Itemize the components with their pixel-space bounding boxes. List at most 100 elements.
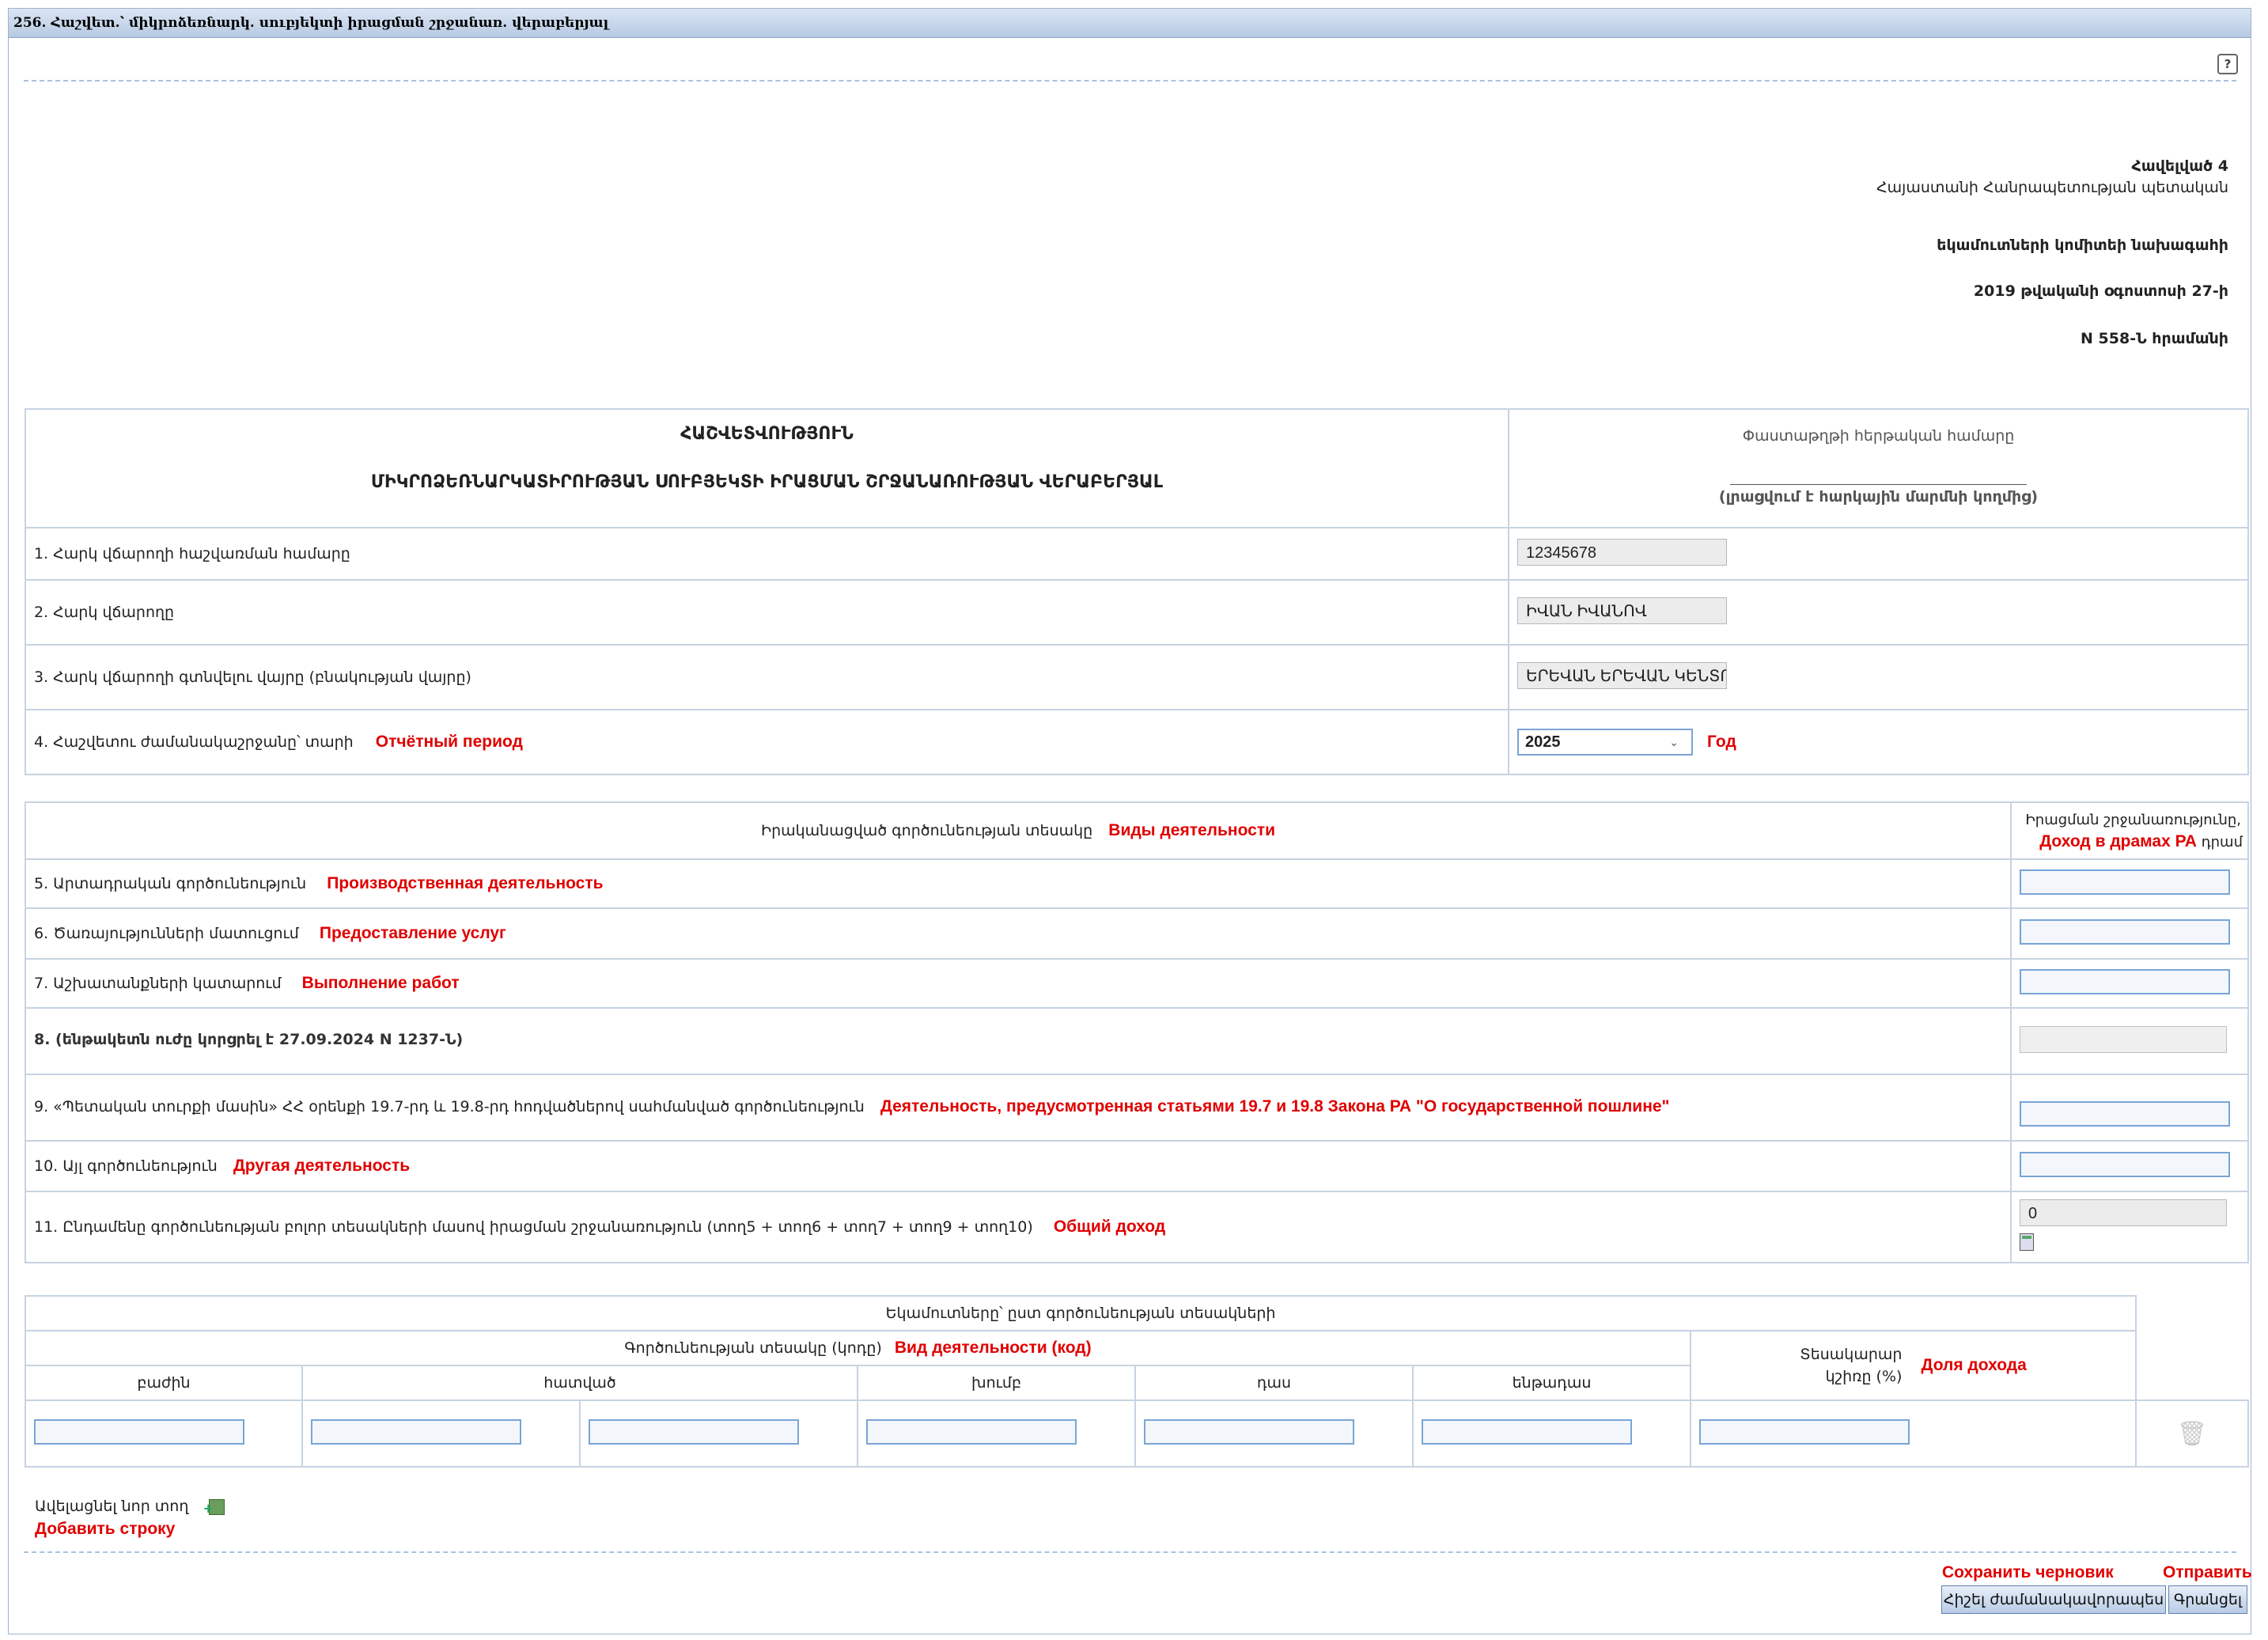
taxpayer-address-field: ԵՐԵՎԱՆ ԵՐԵՎԱՆ ԿԵՆՏՐՈՆ <box>1517 661 1727 689</box>
taxpayer-table: ՀԱՇՎԵՏՎՈՒԹՅՈՒՆ ՄԻԿՐՈՁԵՌՆԱՐԿԱՏԻՐՈՒԹՅԱՆ ՍՈ… <box>25 408 2249 775</box>
activity-note: Производственная деятельность <box>327 874 604 892</box>
activity-label: 10. Այլ գործունեություն <box>34 1157 218 1175</box>
doc-number-cell: Փաստաթղթի հերթական համարը (լրացվում է հա… <box>1508 408 2249 528</box>
incomes-empty-corner-2 <box>2136 1331 2248 1365</box>
approval-line-2: Հայաստանի Հանրապետության պետական <box>1876 179 2228 196</box>
add-row-icon[interactable] <box>203 1498 225 1516</box>
activity-note: Другая деятельность <box>233 1157 411 1175</box>
report-heading-1: ՀԱՇՎԵՏՎՈՒԹՅՈՒՆ <box>680 424 854 444</box>
taxpayer-id-cell: 12345678 <box>1508 527 2249 581</box>
submit-button[interactable]: Գրանցել <box>2168 1585 2247 1614</box>
income-cell-delete: 🗑 <box>2135 1399 2250 1468</box>
activity-label: 5. Արտադրական գործունեություն <box>34 875 307 892</box>
turnover-header-2-wrap: Доход в драмах РА դրամ <box>2020 831 2243 853</box>
class-input[interactable] <box>1144 1418 1354 1445</box>
doc-number-label: Փաստաթղթի հերթական համարը <box>1742 427 2015 445</box>
total-turnover-cell: 0 <box>2010 1191 2249 1263</box>
taxpayer-id-label: 1. Հարկ վճարողի հաշվառման համարը <box>25 527 1509 581</box>
turnover-header-cell: Իրացման շրջանառությունը, Доход в драмах … <box>2010 801 2249 860</box>
activities-header-label: Իրականացված գործունեության տեսակը <box>760 822 1093 839</box>
activity-row-8: 8. (ենթակետն ուժը կորցրել է 27.09.2024 N… <box>25 1007 2012 1075</box>
report-heading-cell: ՀԱՇՎԵՏՎՈՒԹՅՈՒՆ ՄԻԿՐՈՁԵՌՆԱՐԿԱՏԻՐՈՒԹՅԱՆ ՍՈ… <box>25 408 1509 528</box>
add-row-note: Добавить строку <box>35 1520 176 1538</box>
group-input[interactable] <box>866 1418 1077 1445</box>
activity-row-11: 11. Ընդամենը գործունեության բոլոր տեսակն… <box>25 1191 2012 1263</box>
activity-row-6: 6. Ծառայությունների մատուցում Предоставл… <box>25 907 2012 960</box>
incomes-empty-corner-3 <box>2135 1365 2249 1401</box>
incomes-table: Եկամուտները՝ ըստ գործունեության տեսակներ… <box>24 1295 2250 1468</box>
income-cell-share <box>1689 1399 2137 1468</box>
bottom-divider <box>24 1551 2236 1553</box>
save-draft-button[interactable]: Հիշել ժամանակավորապես <box>1941 1585 2166 1614</box>
turnover-cell-7 <box>2010 958 2249 1009</box>
activity-code-note: Вид деятельности (код) <box>894 1339 1092 1357</box>
taxpayer-name-field: ԻՎԱՆ ԻՎԱՆՈՎ <box>1517 597 1727 624</box>
help-icon[interactable]: ? <box>2217 54 2238 74</box>
activity-note: Предоставление услуг <box>319 924 506 942</box>
doc-number-line <box>1730 484 2027 485</box>
turnover-cell-6 <box>2010 907 2249 960</box>
turnover-cell-10 <box>2010 1140 2249 1192</box>
period-label: 4. Հաշվետու ժամանակաշրջանը՝ տարի <box>34 733 354 751</box>
income-cell-division-b <box>579 1399 858 1468</box>
taxpayer-id-field: 12345678 <box>1517 538 1727 566</box>
turnover-input-5[interactable] <box>2020 869 2230 895</box>
col-header-division: հատված <box>301 1365 858 1401</box>
form-window: 256. Հաշվետ.՝ միկրոձեռնարկ. սուբյեկտի իր… <box>8 8 2252 1634</box>
turnover-input-9[interactable] <box>2020 1100 2230 1127</box>
division-input-b[interactable] <box>589 1418 799 1445</box>
col-header-subclass: ենթադաս <box>1412 1365 1691 1401</box>
income-cell-section <box>25 1399 303 1468</box>
income-cell-division-a <box>301 1399 581 1468</box>
doc-number-note: (լրացվում է հարկային մարմնի կողմից) <box>1718 488 2039 506</box>
activity-note: Деятельность, предусмотренная статьями 1… <box>880 1097 1670 1115</box>
year-note: Год <box>1707 733 1736 751</box>
year-select[interactable]: 2025 ⌄ <box>1517 729 1693 756</box>
window-title: 256. Հաշվետ.՝ միկրոձեռնարկ. սուբյեկտի իր… <box>9 9 2251 38</box>
section-input[interactable] <box>34 1418 244 1445</box>
turnover-input-6[interactable] <box>2020 918 2230 945</box>
share-input[interactable] <box>1699 1418 1910 1445</box>
activity-row-9: 9. «Պետական տուրքի մասին» ՀՀ օրենքի 19.7… <box>25 1074 2012 1142</box>
approval-line-4: 2019 թվականի օգոստոսի 27-ի <box>1973 282 2228 300</box>
chevron-down-icon: ⌄ <box>1669 736 1679 748</box>
calculator-icon[interactable] <box>2020 1233 2034 1251</box>
activity-note: Выполнение работ <box>301 974 460 992</box>
income-cell-subclass <box>1412 1399 1691 1468</box>
save-note: Сохранить черновик <box>1942 1563 2114 1581</box>
submit-note: Отправить <box>2163 1563 2252 1581</box>
turnover-header-note: Доход в драмах РА <box>2039 831 2197 850</box>
year-select-value: 2025 <box>1525 733 1561 751</box>
add-row-label[interactable]: Ավելացնել նոր տող <box>35 1498 188 1515</box>
turnover-input-7[interactable] <box>2020 968 2230 994</box>
activity-code-label: Գործունեության տեսակը (կոդը) <box>624 1339 882 1357</box>
incomes-empty-corner <box>2135 1296 2249 1331</box>
activities-table: Իրականացված գործունեության տեսակը Виды д… <box>25 801 2249 1263</box>
activity-label: 8. (ենթակետն ուժը կորցրել է 27.09.2024 N… <box>34 1031 464 1048</box>
turnover-cell-5 <box>2010 858 2249 909</box>
period-note: Отчётный период <box>375 733 523 751</box>
division-input-a[interactable] <box>311 1418 521 1445</box>
share-note: Доля дохода <box>1921 1356 2027 1374</box>
trash-icon[interactable]: 🗑 <box>2177 1420 2207 1448</box>
activity-label: 7. Աշխատանքների կատարում <box>34 975 282 992</box>
total-turnover-field: 0 <box>2020 1199 2227 1226</box>
activity-label: 11. Ընդամենը գործունեության բոլոր տեսակն… <box>34 1218 1033 1236</box>
activities-header-note: Виды деятельности <box>1108 821 1276 839</box>
approval-line-3: եկամուտների կոմիտեի նախագահի <box>1937 237 2228 254</box>
activity-label: 6. Ծառայությունների մատուցում <box>34 925 299 942</box>
approval-line-5: N 558-Ն հրամանի <box>2081 330 2228 347</box>
activities-header-cell: Իրականացված գործունեության տեսակը Виды д… <box>25 801 2012 860</box>
turnover-header-2: դրամ <box>2201 833 2243 850</box>
turnover-input-10[interactable] <box>2020 1151 2230 1177</box>
period-year-cell: 2025 ⌄ Год <box>1508 709 2249 775</box>
top-divider <box>24 80 2236 81</box>
approval-line-1: Հավելված 4 <box>2131 157 2228 175</box>
taxpayer-address-cell: ԵՐԵՎԱՆ ԵՐԵՎԱՆ ԿԵՆՏՐՈՆ <box>1508 644 2249 710</box>
turnover-cell-9 <box>2010 1074 2249 1142</box>
col-header-group: խումբ <box>857 1365 1136 1401</box>
report-heading-2: ՄԻԿՐՈՁԵՌՆԱՐԿԱՏԻՐՈՒԹՅԱՆ ՍՈՒԲՅԵԿՏԻ ԻՐԱՑՄԱՆ… <box>370 472 1164 492</box>
incomes-title: Եկամուտները՝ ըստ գործունեության տեսակներ… <box>24 1295 2137 1331</box>
share-label-2: կշիռը (%) <box>1825 1368 1903 1385</box>
subclass-input[interactable] <box>1422 1418 1632 1445</box>
